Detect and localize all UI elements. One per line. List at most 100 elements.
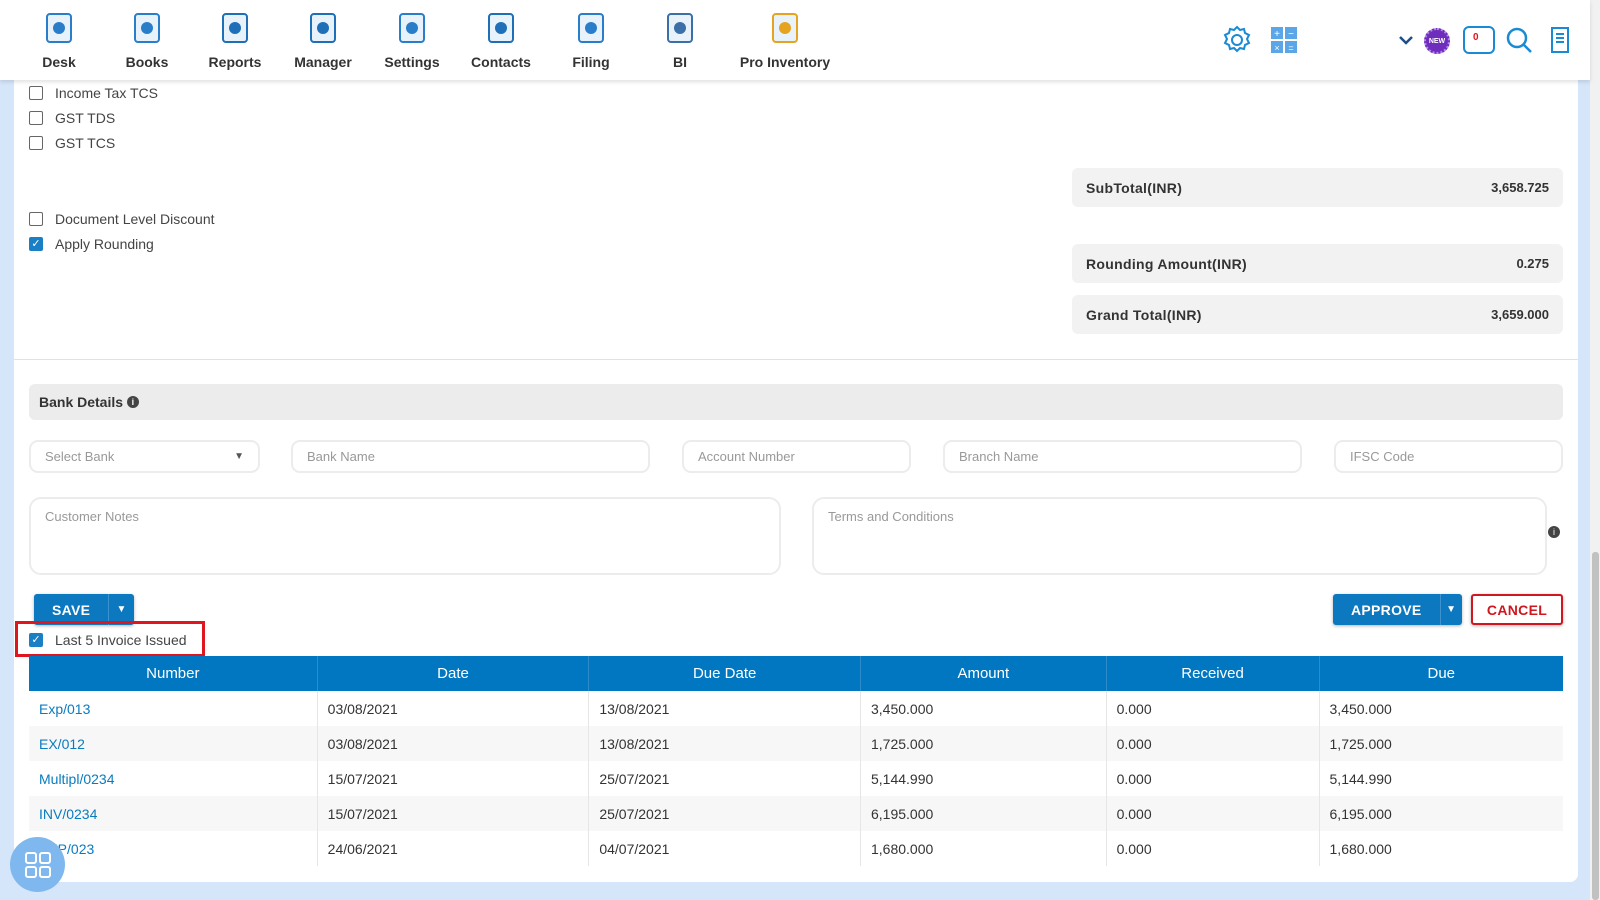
bi-robot-icon bbox=[660, 8, 700, 48]
approve-dropdown-caret-icon[interactable]: ▼ bbox=[1441, 604, 1462, 615]
checkbox-checked-icon[interactable]: ✓ bbox=[29, 237, 43, 251]
branch-name-input[interactable]: Branch Name bbox=[943, 440, 1302, 473]
ifsc-code-input[interactable]: IFSC Code bbox=[1334, 440, 1563, 473]
save-dropdown-caret-icon[interactable]: ▼ bbox=[109, 604, 134, 615]
invoice-number-link[interactable]: EX/012 bbox=[39, 736, 85, 752]
nav-label: BI bbox=[673, 54, 687, 70]
checkbox-icon[interactable] bbox=[29, 111, 43, 125]
scrollbar-thumb[interactable] bbox=[1592, 552, 1599, 900]
subtotal-value: 3,658.725 bbox=[1491, 180, 1549, 195]
checkbox-checked-icon[interactable]: ✓ bbox=[29, 633, 43, 647]
table-cell: 04/07/2021 bbox=[588, 831, 861, 866]
bank-name-input[interactable]: Bank Name bbox=[291, 440, 650, 473]
rounding-value: 0.275 bbox=[1516, 256, 1549, 271]
nav-pro-inventory[interactable]: Pro Inventory bbox=[735, 8, 835, 70]
invoice-number-link[interactable]: Multipl/0234 bbox=[39, 771, 115, 787]
search-icon[interactable] bbox=[1503, 24, 1535, 56]
desk-icon bbox=[39, 8, 79, 48]
option-checkbox[interactable]: Income Tax TCS bbox=[29, 85, 158, 101]
table-row: EXP/023 24/06/2021 04/07/2021 1,680.000 0.00… bbox=[29, 831, 1563, 866]
table-cell: 0.000 bbox=[1105, 726, 1320, 761]
checkbox-icon[interactable] bbox=[29, 136, 43, 150]
invoice-number-link[interactable]: INV/0234 bbox=[39, 806, 97, 822]
column-header[interactable]: Due Date bbox=[588, 656, 861, 691]
nav-label: Books bbox=[125, 54, 169, 70]
notification-bell-icon[interactable]: 0 bbox=[1463, 26, 1495, 54]
cancel-button[interactable]: CANCEL bbox=[1471, 594, 1563, 625]
table-cell: 15/07/2021 bbox=[316, 761, 589, 796]
nav-bi[interactable]: BI bbox=[630, 8, 730, 70]
table-row: EX/012 03/08/2021 13/08/2021 1,725.000 0.000… bbox=[29, 726, 1563, 761]
nav-books[interactable]: Books bbox=[97, 8, 197, 70]
table-cell: Exp/013 bbox=[29, 691, 317, 726]
table-cell: 0.000 bbox=[1105, 831, 1320, 866]
info-icon[interactable]: i bbox=[126, 396, 139, 408]
table-cell: 25/07/2021 bbox=[588, 796, 861, 831]
apps-grid-button[interactable] bbox=[10, 837, 65, 892]
nav-label: Filing bbox=[572, 54, 610, 70]
table-cell: 5,144.990 bbox=[1318, 761, 1563, 796]
column-header[interactable]: Date bbox=[316, 656, 589, 691]
table-cell: 1,680.000 bbox=[1318, 831, 1563, 866]
option-checkbox[interactable]: GST TCS bbox=[29, 135, 115, 151]
subtotal-row: SubTotal(INR) 3,658.725 bbox=[1072, 168, 1563, 207]
table-cell: EXP/023 bbox=[29, 831, 317, 866]
option-label: Apply Rounding bbox=[55, 236, 154, 252]
table-cell: 03/08/2021 bbox=[316, 691, 589, 726]
nav-desk[interactable]: Desk bbox=[9, 8, 109, 70]
table-cell: 3,450.000 bbox=[1318, 691, 1563, 726]
new-badge-icon[interactable]: NEW bbox=[1424, 28, 1450, 54]
option-checkbox[interactable]: ✓ Apply Rounding bbox=[29, 236, 154, 252]
column-header[interactable]: Received bbox=[1105, 656, 1320, 691]
table-cell: 6,195.000 bbox=[1318, 796, 1563, 831]
bank-details-header: Bank Details i bbox=[29, 384, 1563, 420]
document-icon[interactable] bbox=[1544, 24, 1576, 56]
invoice-number-link[interactable]: Exp/013 bbox=[39, 701, 90, 717]
column-header[interactable]: Due bbox=[1318, 656, 1563, 691]
caret-down-icon: ▼ bbox=[234, 451, 244, 462]
chevron-down-icon[interactable] bbox=[1390, 24, 1422, 56]
table-cell: Multipl/0234 bbox=[29, 761, 317, 796]
rounding-row: Rounding Amount(INR) 0.275 bbox=[1072, 244, 1563, 283]
last-invoices-label: Last 5 Invoice Issued bbox=[55, 632, 187, 648]
nav-manager[interactable]: Manager bbox=[273, 8, 373, 70]
table-cell: INV/0234 bbox=[29, 796, 318, 831]
terms-info-icon[interactable]: i bbox=[1548, 526, 1560, 538]
checkbox-icon[interactable] bbox=[29, 86, 43, 100]
grand-total-label: Grand Total(INR) bbox=[1086, 306, 1202, 323]
settings-gear-icon[interactable] bbox=[1221, 24, 1253, 56]
option-label: GST TDS bbox=[55, 110, 116, 126]
table-cell: 0.000 bbox=[1105, 761, 1320, 796]
nav-label: Desk bbox=[42, 54, 76, 70]
table-cell: 0.000 bbox=[1105, 796, 1320, 831]
account-number-input[interactable]: Account Number bbox=[682, 440, 911, 473]
bank-details-title: Bank Details bbox=[39, 394, 124, 410]
option-checkbox[interactable]: Document Level Discount bbox=[29, 211, 215, 227]
approve-button[interactable]: APPROVE bbox=[1333, 594, 1441, 625]
table-cell: 5,144.990 bbox=[860, 761, 1107, 796]
column-header[interactable]: Number bbox=[29, 656, 318, 691]
subtotal-label: SubTotal(INR) bbox=[1086, 179, 1183, 196]
inventory-icon bbox=[765, 8, 805, 48]
manager-icon bbox=[303, 8, 343, 48]
svg-text:=: = bbox=[1288, 43, 1293, 53]
nav-reports[interactable]: Reports bbox=[185, 8, 285, 70]
select-bank-dropdown[interactable]: Select Bank ▼ bbox=[29, 440, 260, 473]
checkbox-icon[interactable] bbox=[29, 212, 43, 226]
nav-settings[interactable]: Settings bbox=[362, 8, 462, 70]
table-cell: 25/07/2021 bbox=[588, 761, 861, 796]
table-row: Exp/013 03/08/2021 13/08/2021 3,450.000 0.00… bbox=[29, 691, 1563, 726]
filing-icon bbox=[571, 8, 611, 48]
last-invoices-table: Number Date Due Date Amount Received Due Exp/0… bbox=[29, 656, 1563, 866]
customer-notes-textarea[interactable]: Customer Notes bbox=[29, 497, 781, 575]
nav-contacts[interactable]: Contacts bbox=[451, 8, 551, 70]
approve-split-button: APPROVE ▼ bbox=[1333, 594, 1462, 625]
table-cell: EX/012 bbox=[29, 726, 318, 761]
terms-conditions-textarea[interactable]: Terms and Conditions bbox=[812, 497, 1547, 575]
last-invoices-checkbox[interactable]: ✓ Last 5 Invoice Issued bbox=[29, 632, 187, 648]
column-header[interactable]: Amount bbox=[860, 656, 1107, 691]
table-cell: 13/08/2021 bbox=[588, 691, 861, 726]
nav-filing[interactable]: Filing bbox=[541, 8, 641, 70]
calculator-icon[interactable]: + −× = bbox=[1268, 24, 1300, 56]
option-checkbox[interactable]: GST TDS bbox=[29, 110, 115, 126]
